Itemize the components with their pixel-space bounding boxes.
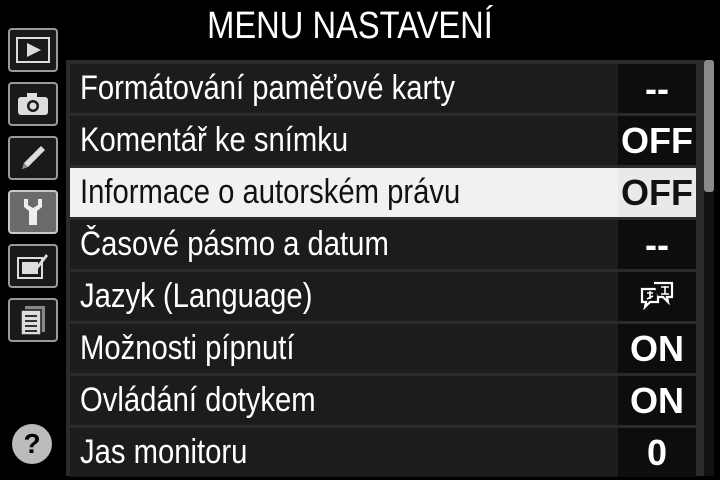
retouch-icon	[17, 254, 48, 279]
menu-title: MENU NASTAVENÍ	[207, 4, 493, 47]
menu-item-label: Ovládání dotykem	[80, 381, 316, 419]
menu-item-value: ON	[618, 324, 696, 373]
menu-item-time-zone-date[interactable]: Časové pásmo a datum --	[70, 220, 696, 269]
pencil-icon	[22, 146, 45, 169]
menu-item-label: Jazyk (Language)	[80, 277, 313, 315]
menu-list: Formátování paměťové karty -- Komentář k…	[66, 60, 706, 477]
menu-item-label: Časové pásmo a datum	[80, 225, 389, 263]
scrollbar[interactable]	[704, 60, 714, 476]
menu-item-value: --	[618, 220, 696, 269]
menu-item-value: --	[618, 64, 696, 113]
tab-setup[interactable]	[8, 190, 58, 234]
menu-item-value: ON	[618, 376, 696, 425]
tab-playback[interactable]	[8, 28, 58, 72]
camera-icon	[18, 93, 48, 115]
help-icon[interactable]: ?	[12, 424, 52, 464]
menu-item-copyright-info[interactable]: Informace o autorském právu OFF	[70, 168, 696, 217]
menu-item-format-card[interactable]: Formátování paměťové karty --	[70, 64, 696, 113]
language-icon	[640, 281, 674, 311]
menu-item-value: OFF	[618, 168, 696, 217]
menu-item-value	[618, 272, 696, 321]
menu-item-image-comment[interactable]: Komentář ke snímku OFF	[70, 116, 696, 165]
menu-item-touch-controls[interactable]: Ovládání dotykem ON	[70, 376, 696, 425]
tab-photo-shooting[interactable]	[8, 82, 58, 126]
menu-item-beep-options[interactable]: Možnosti pípnutí ON	[70, 324, 696, 373]
menu-item-label: Formátování paměťové karty	[80, 69, 456, 107]
menu-item-value: OFF	[618, 116, 696, 165]
tab-retouch[interactable]	[8, 244, 58, 288]
menu-item-label: Informace o autorském právu	[80, 173, 461, 211]
my-menu-icon	[20, 306, 45, 336]
menu-item-monitor-brightness[interactable]: Jas monitoru 0	[70, 428, 696, 477]
wrench-icon	[24, 199, 42, 225]
menu-item-label: Jas monitoru	[80, 433, 248, 471]
tab-custom-settings[interactable]	[8, 136, 58, 180]
menu-item-label: Možnosti pípnutí	[80, 329, 295, 367]
menu-item-language[interactable]: Jazyk (Language)	[70, 272, 696, 321]
tab-my-menu[interactable]	[8, 298, 58, 342]
menu-item-label: Komentář ke snímku	[80, 121, 349, 159]
playback-icon	[16, 37, 50, 63]
scrollbar-thumb[interactable]	[704, 60, 714, 192]
menu-item-value: 0	[618, 428, 696, 477]
